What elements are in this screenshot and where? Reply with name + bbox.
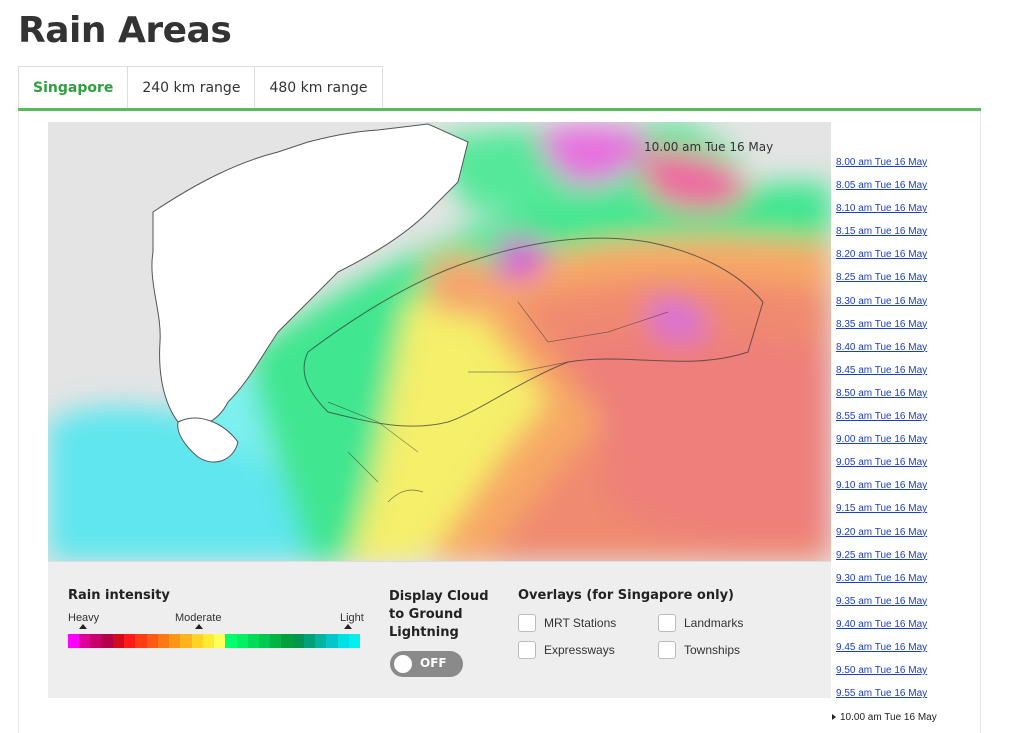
scale-swatch (79, 634, 91, 648)
current-time: 10.00 am Tue 16 May (832, 712, 937, 723)
rain-intensity-title: Rain intensity (68, 588, 170, 603)
rain-intensity-scale (68, 634, 361, 648)
lightning-title: Display Cloud to Ground Lightning (389, 589, 489, 640)
time-link[interactable]: 8.45 am Tue 16 May (836, 365, 927, 388)
scale-moderate-label: Moderate (175, 612, 222, 624)
toggle-knob (394, 655, 412, 673)
time-link[interactable]: 9.10 am Tue 16 May (836, 480, 927, 503)
rain-map[interactable] (48, 122, 831, 561)
time-link[interactable]: 8.05 am Tue 16 May (836, 180, 927, 203)
scale-swatch (157, 634, 170, 648)
scale-swatch (68, 634, 80, 648)
scale-swatch (191, 634, 203, 648)
scale-heavy-label: Heavy (68, 612, 100, 624)
time-link[interactable]: 9.05 am Tue 16 May (836, 457, 927, 480)
time-link[interactable]: 9.55 am Tue 16 May (836, 688, 927, 711)
overlay-townships-label: Townships (684, 643, 741, 657)
panel-border (980, 111, 981, 733)
time-link[interactable]: 9.30 am Tue 16 May (836, 573, 927, 596)
scale-swatch (348, 634, 361, 648)
scale-swatch (303, 634, 316, 648)
scale-swatch (326, 634, 338, 648)
region-tabs: Singapore 240 km range 480 km range (18, 66, 383, 108)
time-link[interactable]: 9.00 am Tue 16 May (836, 434, 927, 457)
scale-swatch (112, 634, 125, 648)
scale-swatch (202, 634, 215, 648)
time-link[interactable]: 8.15 am Tue 16 May (836, 226, 927, 249)
time-link[interactable]: 9.50 am Tue 16 May (836, 665, 927, 688)
scale-swatch (180, 634, 192, 648)
scale-light-label: Light (340, 612, 364, 624)
overlay-landmarks-checkbox[interactable]: Landmarks (658, 614, 743, 632)
checkbox-box[interactable] (658, 614, 676, 632)
scale-swatch (315, 634, 327, 648)
scale-swatch (124, 634, 136, 648)
checkbox-box[interactable] (518, 641, 536, 659)
scale-swatch (101, 634, 113, 648)
checkbox-box[interactable] (658, 641, 676, 659)
scale-swatch (90, 634, 102, 648)
time-link[interactable]: 9.15 am Tue 16 May (836, 503, 927, 526)
checkbox-box[interactable] (518, 614, 536, 632)
legend-panel: Rain intensity Heavy Moderate Light Disp… (48, 561, 831, 698)
play-indicator-icon (832, 714, 836, 721)
rain-radar-image (48, 122, 831, 561)
map-timestamp: 10.00 am Tue 16 May (644, 140, 774, 154)
tab-480km[interactable]: 480 km range (254, 66, 383, 108)
lightning-toggle[interactable]: OFF (390, 651, 463, 677)
tab-underline (18, 108, 981, 111)
scale-swatch (146, 634, 158, 648)
time-link[interactable]: 8.20 am Tue 16 May (836, 249, 927, 272)
moderate-marker-icon (195, 624, 203, 629)
overlay-expressways-label: Expressways (544, 643, 615, 657)
time-link[interactable]: 9.20 am Tue 16 May (836, 527, 927, 550)
tab-240km[interactable]: 240 km range (127, 66, 256, 108)
scale-swatch (225, 634, 237, 648)
scale-swatch (292, 634, 304, 648)
light-marker-icon (344, 624, 352, 629)
current-time-label: 10.00 am Tue 16 May (840, 712, 937, 723)
tab-singapore[interactable]: Singapore (18, 66, 129, 108)
overlay-townships-checkbox[interactable]: Townships (658, 641, 740, 659)
toggle-label: OFF (420, 656, 447, 670)
time-link[interactable]: 9.35 am Tue 16 May (836, 596, 927, 619)
scale-swatch (281, 634, 293, 648)
overlay-mrt-checkbox[interactable]: MRT Stations (518, 614, 616, 632)
time-link[interactable]: 8.50 am Tue 16 May (836, 388, 927, 411)
page-title: Rain Areas (18, 10, 232, 51)
time-link[interactable]: 8.55 am Tue 16 May (836, 411, 927, 434)
scale-swatch (270, 634, 282, 648)
overlay-expressways-checkbox[interactable]: Expressways (518, 641, 615, 659)
time-link[interactable]: 8.30 am Tue 16 May (836, 296, 927, 319)
time-link[interactable]: 8.00 am Tue 16 May (836, 157, 927, 180)
scale-swatch (135, 634, 147, 648)
scale-swatch (258, 634, 271, 648)
time-link[interactable]: 8.40 am Tue 16 May (836, 342, 927, 365)
time-link[interactable]: 8.35 am Tue 16 May (836, 319, 927, 342)
scale-swatch (214, 634, 226, 648)
scale-swatch (247, 634, 259, 648)
time-link[interactable]: 9.25 am Tue 16 May (836, 550, 927, 573)
scale-swatch (337, 634, 349, 648)
time-link[interactable]: 9.40 am Tue 16 May (836, 619, 927, 642)
overlay-landmarks-label: Landmarks (684, 616, 744, 630)
panel-border (18, 111, 19, 733)
heavy-marker-icon (79, 624, 87, 629)
time-link[interactable]: 8.25 am Tue 16 May (836, 272, 927, 295)
time-link[interactable]: 8.10 am Tue 16 May (836, 203, 927, 226)
overlays-title: Overlays (for Singapore only) (518, 588, 734, 603)
overlay-mrt-label: MRT Stations (544, 616, 617, 630)
scale-swatch (169, 634, 181, 648)
scale-swatch (236, 634, 248, 648)
time-link[interactable]: 9.45 am Tue 16 May (836, 642, 927, 665)
time-list: 8.00 am Tue 16 May 8.05 am Tue 16 May 8.10… (836, 157, 927, 711)
